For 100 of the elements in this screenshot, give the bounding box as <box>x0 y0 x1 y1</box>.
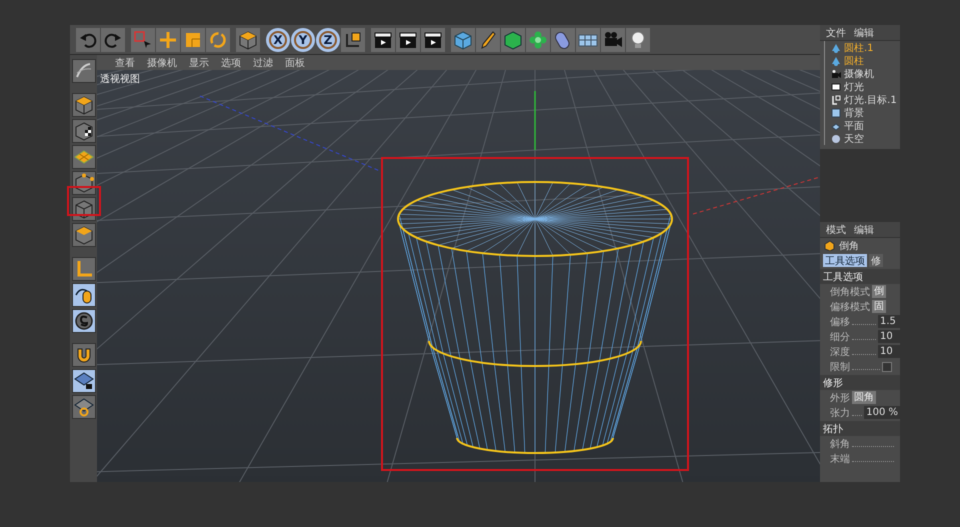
number-field[interactable]: 10 <box>878 330 900 343</box>
cube-button[interactable] <box>451 28 475 52</box>
checkbox[interactable] <box>882 362 892 372</box>
viewport-menu-item[interactable]: 查看 <box>115 56 135 70</box>
cube-face-icon <box>74 225 94 245</box>
tool-button[interactable] <box>72 171 96 195</box>
tool-button[interactable] <box>72 309 96 333</box>
y-axis-line <box>534 91 536 150</box>
object-name[interactable]: 摄像机 <box>844 66 874 80</box>
field-label: 外形 <box>830 392 850 404</box>
number-field[interactable]: 100 % <box>864 406 900 419</box>
clapper-icon <box>373 30 393 50</box>
tool-button[interactable] <box>72 283 96 307</box>
cube-icon <box>238 30 258 50</box>
tool-button[interactable] <box>72 395 96 419</box>
tool-button[interactable] <box>72 119 96 143</box>
light-bulb-button[interactable] <box>626 28 650 52</box>
dropdown[interactable]: 倒 <box>872 285 886 298</box>
coordinate-system-button[interactable] <box>341 28 365 52</box>
clapper-button[interactable] <box>421 28 445 52</box>
move-button[interactable] <box>156 28 180 52</box>
tool-button[interactable] <box>72 145 96 169</box>
capsule-button[interactable] <box>551 28 575 52</box>
field-label: 倒角模式 <box>830 286 870 298</box>
selection-button[interactable] <box>131 28 155 52</box>
tool-button[interactable] <box>72 93 96 117</box>
field-label: 偏移模式 <box>830 300 870 314</box>
tool-button[interactable] <box>72 343 96 367</box>
section-header: 修形 <box>820 375 900 390</box>
field-label: 深度 <box>830 346 850 358</box>
clapper-button[interactable] <box>371 28 395 52</box>
move-icon <box>158 30 178 50</box>
panel-menu-item[interactable]: 编辑 <box>854 26 874 40</box>
grid-lock-icon <box>74 371 94 391</box>
tool-button[interactable] <box>72 369 96 393</box>
panel-menu-item[interactable]: 编辑 <box>854 222 874 236</box>
redo-button[interactable] <box>101 28 125 52</box>
field-label: 末端 <box>830 452 850 466</box>
tool-button[interactable] <box>72 257 96 281</box>
camera-button[interactable] <box>601 28 625 52</box>
flower-icon <box>528 30 548 50</box>
field-label: 张力 <box>830 406 850 420</box>
viewport-menu-item[interactable]: 过滤 <box>253 56 273 70</box>
panel-menu-item[interactable]: 模式 <box>826 222 846 236</box>
pen-button[interactable] <box>476 28 500 52</box>
object-name[interactable]: 天空 <box>844 132 864 146</box>
tab[interactable]: 修 <box>869 254 883 267</box>
camera-icon <box>831 68 841 78</box>
field-label: 限制 <box>830 360 850 374</box>
rotate-icon <box>208 30 228 50</box>
viewport-title: 透视视图 <box>100 72 140 86</box>
axis-lock-button[interactable]: Z <box>316 28 340 52</box>
cube-button[interactable] <box>236 28 260 52</box>
dropdown[interactable]: 圆角 <box>852 391 876 404</box>
cube-icon <box>74 95 94 115</box>
axis-lock-button[interactable]: Y <box>291 28 315 52</box>
object-name[interactable]: 圆柱 <box>844 54 864 68</box>
number-field[interactable]: 1.5 <box>878 315 900 328</box>
section-header: 拓扑 <box>820 421 900 436</box>
polygon-cube-button[interactable] <box>501 28 525 52</box>
clapper-icon <box>423 30 443 50</box>
highlight-box <box>67 186 101 216</box>
cube-icon <box>74 199 94 219</box>
object-name[interactable]: 圆柱.1 <box>844 40 874 54</box>
object-name[interactable]: 平面 <box>844 118 864 132</box>
field-label: 斜角 <box>830 438 850 450</box>
field-label: 细分 <box>830 330 850 344</box>
panel-menu-item[interactable]: 文件 <box>826 26 846 40</box>
viewport-menu-item[interactable]: 显示 <box>189 56 209 70</box>
sphere-icon <box>831 134 841 144</box>
grid-ring-icon <box>74 397 94 417</box>
tool-button[interactable] <box>72 59 96 83</box>
cube-icon <box>453 30 473 50</box>
flower-button[interactable] <box>526 28 550 52</box>
clapper-icon <box>398 30 418 50</box>
object-name[interactable]: 背景 <box>844 106 864 120</box>
number-field[interactable]: 10 <box>878 345 900 358</box>
coordinate-system-icon <box>343 30 363 50</box>
dropdown[interactable]: 固 <box>872 300 886 313</box>
checker-cube-icon <box>74 121 94 141</box>
undo-button[interactable] <box>76 28 100 52</box>
cylinder-icon <box>831 56 841 66</box>
tool-name: 倒角 <box>839 240 859 252</box>
polygon-cube-icon <box>503 30 523 50</box>
viewport-menu-item[interactable]: 选项 <box>221 56 241 70</box>
object-name[interactable]: 灯光.目标.1 <box>844 92 897 106</box>
object-name[interactable]: 灯光 <box>844 80 864 94</box>
cube-points-icon <box>74 173 94 193</box>
tool-button[interactable] <box>72 223 96 247</box>
section-header: 工具选项 <box>820 269 900 284</box>
tab[interactable]: 工具选项 <box>823 254 867 267</box>
clapper-button[interactable] <box>396 28 420 52</box>
scale-button[interactable] <box>181 28 205 52</box>
cylinder-icon <box>831 42 841 52</box>
viewport-menu-item[interactable]: 面板 <box>285 56 305 70</box>
axis-lock-button[interactable]: X <box>266 28 290 52</box>
selection-icon <box>133 30 153 50</box>
viewport-menu-item[interactable]: 摄像机 <box>147 56 177 70</box>
rotate-button[interactable] <box>206 28 230 52</box>
grid-plane-button[interactable] <box>576 28 600 52</box>
